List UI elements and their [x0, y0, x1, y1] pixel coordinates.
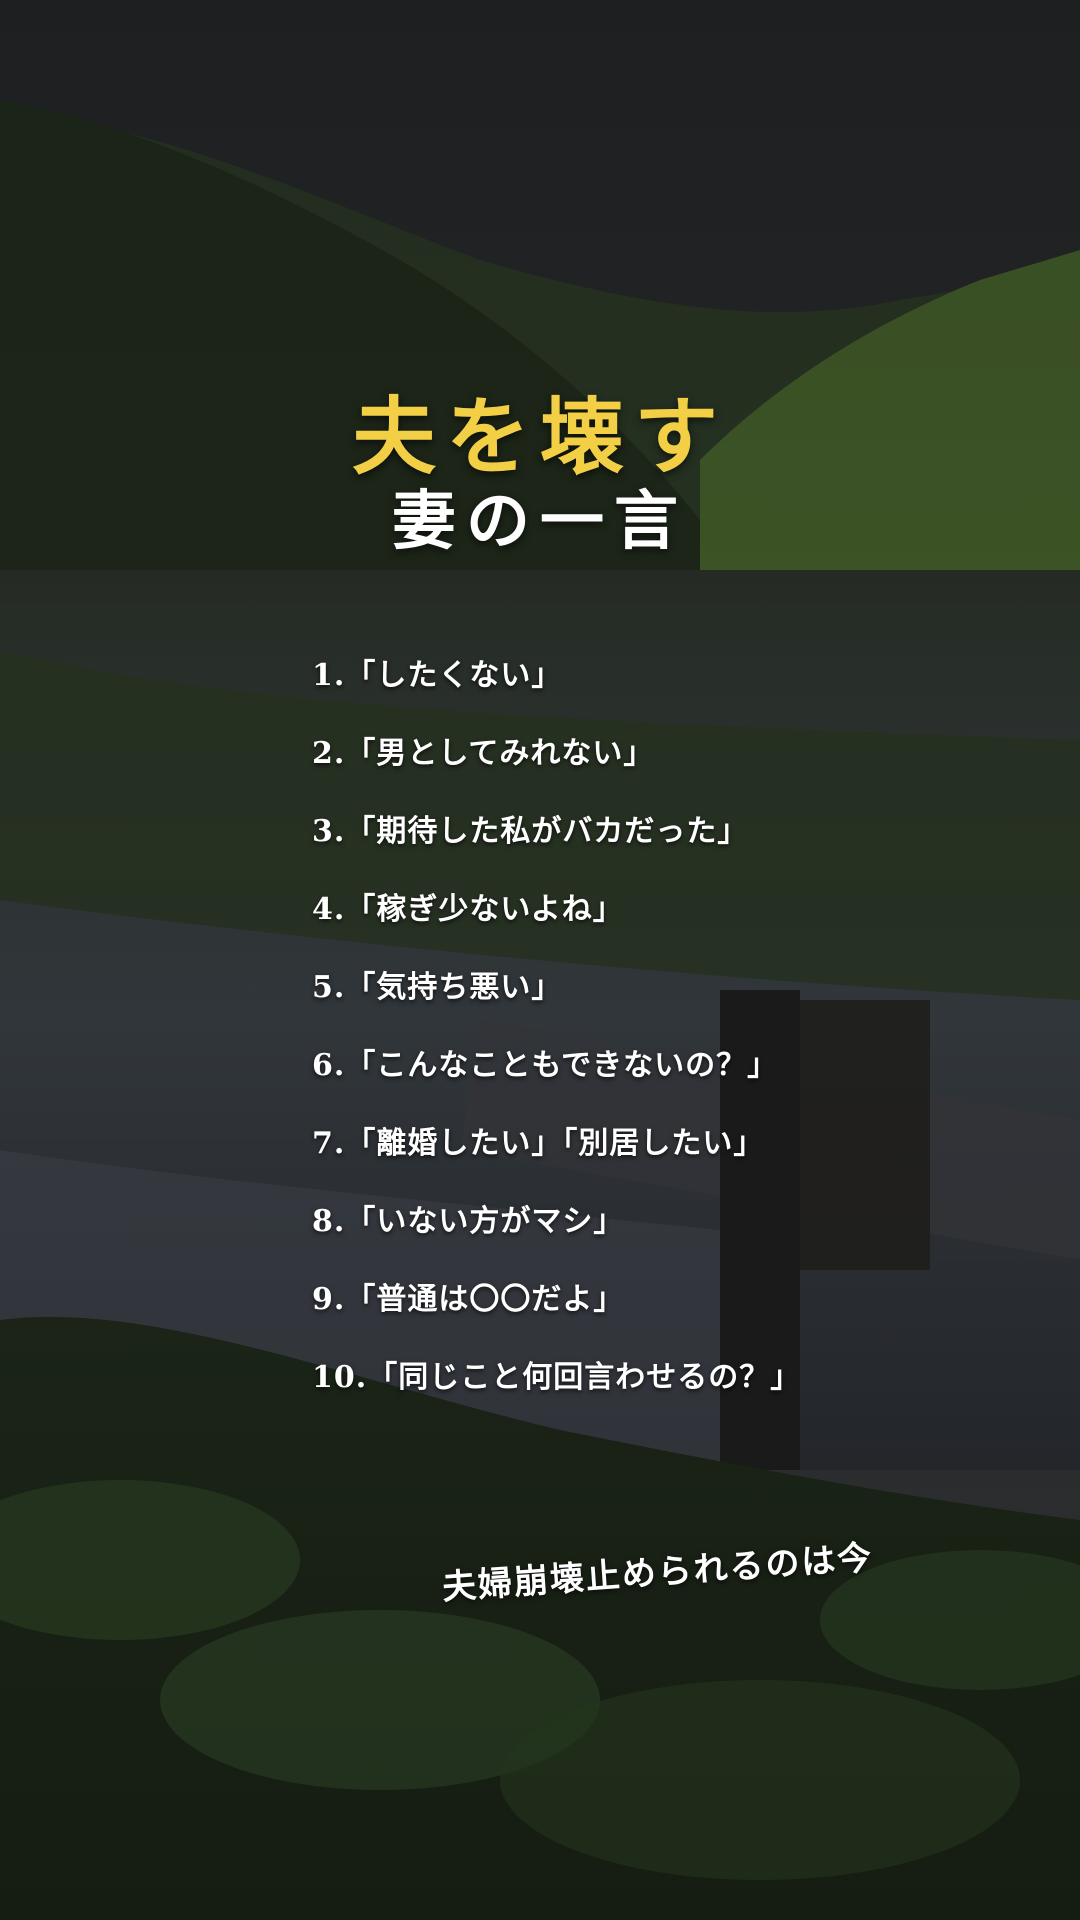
list-item: 5.「気持ち悪い」 [312, 970, 563, 1005]
list-item: 9.「普通は〇〇だよ」 [312, 1282, 625, 1317]
list-item: 10.「同じこと何回言わせるの？」 [312, 1360, 802, 1395]
sub-headline: 妻の一言 [392, 484, 688, 559]
phrase-list: 1.「したくない」 2.「男としてみれない」 3.「期待した私がバカだった」 4… [312, 650, 801, 1430]
list-item: 1.「したくない」 [312, 658, 563, 693]
list-item: 7.「離婚したい」「別居したい」 [312, 1126, 765, 1161]
list-item: 3.「期待した私がバカだった」 [312, 814, 749, 849]
list-item: 6.「こんなこともできないの？」 [312, 1048, 779, 1083]
list-item: 4.「稼ぎ少ないよね」 [312, 892, 624, 927]
list-item: 2.「男としてみれない」 [312, 736, 655, 771]
list-item: 8.「いない方がマシ」 [312, 1204, 625, 1239]
